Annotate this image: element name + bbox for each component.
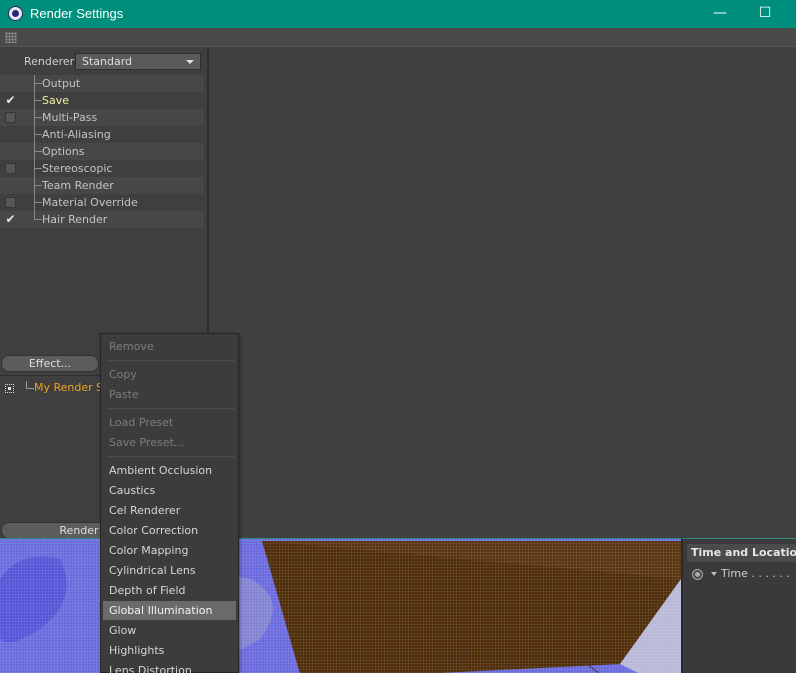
settings-tree-label: Hair Render: [42, 213, 108, 226]
renderer-row: Renderer Standard: [0, 53, 207, 71]
settings-tree-label: Output: [42, 77, 81, 90]
settings-tree-item[interactable]: Stereoscopic: [0, 160, 204, 177]
menu-separator: [107, 360, 235, 361]
settings-tree-label: Multi-Pass: [42, 111, 98, 124]
time-label: Time . . . . . .: [721, 567, 790, 580]
tree-branch: [34, 143, 42, 160]
settings-tree-item[interactable]: Options: [0, 143, 204, 160]
title-bar: Render Settings — ☐: [0, 0, 796, 28]
menu-item-save-preset[interactable]: Save Preset...: [103, 433, 236, 452]
animate-radio-icon[interactable]: [692, 569, 703, 580]
checkmark-icon[interactable]: ✔: [5, 94, 16, 106]
menu-item-color-correction[interactable]: Color Correction: [103, 521, 236, 540]
menu-item-paste[interactable]: Paste: [103, 385, 236, 404]
renderer-label: Renderer: [24, 55, 75, 68]
menu-item-glow[interactable]: Glow: [103, 621, 236, 640]
menu-item-highlights[interactable]: Highlights: [103, 641, 236, 660]
effect-button[interactable]: Effect...: [1, 355, 99, 372]
chevron-down-icon: [186, 60, 194, 64]
effect-context-menu: Remove Copy Paste Load Preset Save Preset...…: [100, 333, 239, 673]
settings-tree-label: Options: [42, 145, 85, 158]
checkbox-icon[interactable]: [5, 112, 16, 123]
settings-tree: Output ✔ Save Multi-Pass Anti-Aliasing Option…: [0, 75, 204, 228]
settings-tree-label: Stereoscopic: [42, 162, 113, 175]
panel-grip-bar: [0, 28, 796, 47]
tree-branch: [26, 381, 34, 389]
tree-branch: [34, 211, 42, 220]
cinema4d-logo-icon: [8, 6, 23, 21]
grip-handle-icon[interactable]: [5, 32, 17, 43]
menu-item-color-mapping[interactable]: Color Mapping: [103, 541, 236, 560]
tree-branch: [34, 126, 42, 143]
tree-branch: [34, 160, 42, 177]
render-button-label: Render: [59, 524, 99, 537]
settings-tree-item[interactable]: Anti-Aliasing: [0, 126, 204, 143]
renderer-selected-value: Standard: [82, 55, 133, 68]
render-setting-label: My Render S: [34, 381, 104, 394]
time-location-header: Time and Location: [687, 544, 796, 562]
tree-branch: [34, 92, 42, 109]
tree-branch: [34, 109, 42, 126]
checkbox-icon[interactable]: [5, 163, 16, 174]
checkmark-icon[interactable]: ✔: [5, 213, 16, 225]
time-row[interactable]: Time . . . . . .: [687, 566, 796, 582]
settings-tree-item[interactable]: Multi-Pass: [0, 109, 204, 126]
menu-item-remove[interactable]: Remove: [103, 337, 236, 356]
settings-tree-item[interactable]: Material Override: [0, 194, 204, 211]
settings-tree-label: Anti-Aliasing: [42, 128, 111, 141]
tree-branch: [34, 177, 42, 194]
tree-branch: [34, 75, 42, 92]
window-title: Render Settings: [30, 6, 124, 21]
active-setting-icon: [5, 384, 14, 393]
renderer-dropdown[interactable]: Standard: [75, 53, 201, 70]
settings-tree-item[interactable]: Team Render: [0, 177, 204, 194]
menu-separator: [107, 408, 235, 409]
settings-content-area: [209, 48, 796, 538]
menu-item-caustics[interactable]: Caustics: [103, 481, 236, 500]
settings-tree-item[interactable]: ✔ Save: [0, 92, 204, 109]
tree-branch: [34, 194, 42, 211]
settings-tree-item[interactable]: Output: [0, 75, 204, 92]
minimize-button[interactable]: —: [710, 4, 730, 22]
menu-item-cylindrical-lens[interactable]: Cylindrical Lens: [103, 561, 236, 580]
settings-tree-label: Material Override: [42, 196, 138, 209]
expand-arrow-icon[interactable]: [711, 572, 717, 576]
menu-item-depth-of-field[interactable]: Depth of Field: [103, 581, 236, 600]
menu-item-load-preset[interactable]: Load Preset: [103, 413, 236, 432]
attributes-panel: Time and Location Time . . . . . .: [681, 538, 796, 673]
menu-item-ambient-occlusion[interactable]: Ambient Occlusion: [103, 461, 236, 480]
checkbox-icon[interactable]: [5, 197, 16, 208]
menu-item-lens-distortion[interactable]: Lens Distortion: [103, 661, 236, 673]
settings-tree-item[interactable]: ✔ Hair Render: [0, 211, 204, 228]
settings-tree-label: Team Render: [42, 179, 114, 192]
menu-item-copy[interactable]: Copy: [103, 365, 236, 384]
menu-item-cel-renderer[interactable]: Cel Renderer: [103, 501, 236, 520]
menu-separator: [107, 456, 235, 457]
maximize-button[interactable]: ☐: [755, 4, 775, 22]
settings-tree-label: Save: [42, 94, 70, 107]
menu-item-global-illumination[interactable]: Global Illumination: [103, 601, 236, 620]
